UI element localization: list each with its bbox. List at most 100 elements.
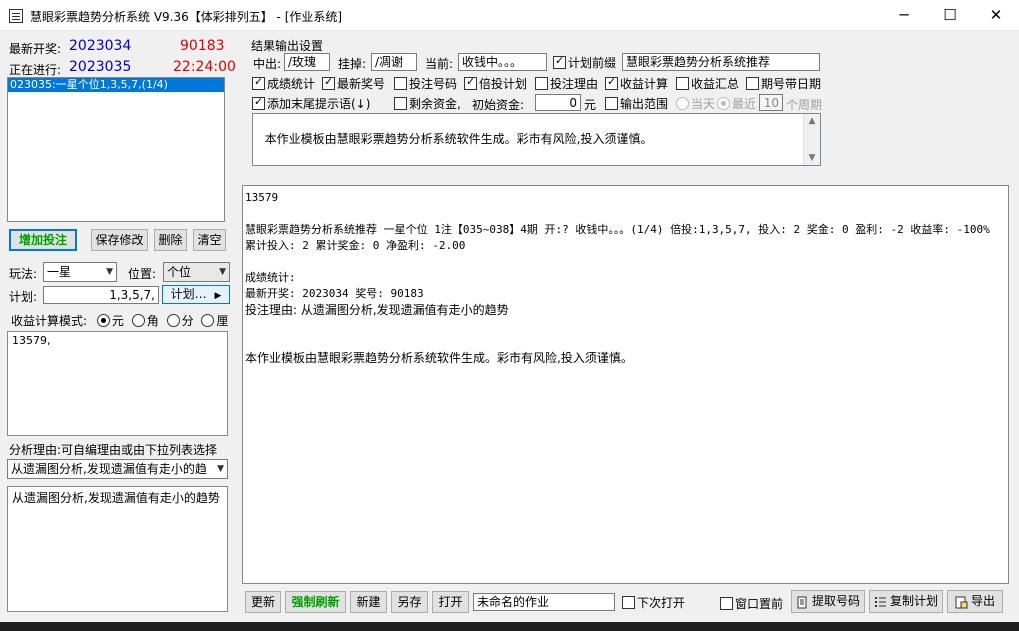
save-changes-button[interactable]: 保存修改 xyxy=(91,229,148,251)
force-refresh-button[interactable]: 强制刷新 xyxy=(285,591,346,613)
option-issue-date-checkbox[interactable] xyxy=(746,77,759,90)
output-line: 最新开奖: 2023034 奖号: 90183 xyxy=(245,287,424,300)
plan-prefix-option[interactable]: 计划前缀 xyxy=(553,54,616,71)
option-latest-number-checkbox[interactable] xyxy=(322,75,335,90)
open-next-label: 下次打开 xyxy=(637,596,686,610)
option-append-tail[interactable]: 添加末尾提示语(↓) xyxy=(252,95,370,112)
miss-input[interactable]: /凋谢 xyxy=(371,53,417,71)
option-profit-calc-label: 收益计算 xyxy=(620,77,669,91)
fetch-numbers-button[interactable]: 提取号码 xyxy=(791,590,865,613)
option-bet-numbers[interactable]: 投注号码 xyxy=(394,75,457,92)
hit-label: 中出: xyxy=(253,57,282,71)
plan-input[interactable]: 1,3,5,7, xyxy=(43,286,159,304)
option-score-stats-label: 成绩统计 xyxy=(267,77,316,91)
export-button[interactable]: 导出 xyxy=(947,590,1003,613)
option-bet-numbers-checkbox[interactable] xyxy=(394,77,407,90)
minimize-button[interactable]: ─ xyxy=(881,0,927,31)
range-today[interactable]: 当天 xyxy=(676,95,715,112)
calc-mode-label: 收益计算模式: xyxy=(11,314,88,328)
update-button[interactable]: 更新 xyxy=(245,591,281,613)
recent-count-input[interactable]: 10 xyxy=(759,94,783,111)
position-label: 位置: xyxy=(128,267,157,281)
plan-list-item[interactable]: 023035:一星个位1,3,5,7,(1/4) xyxy=(8,78,224,92)
title-bar: 慧眼彩票趋势分析系统 V9.36【体彩排列五】 - [作业系统] ─ ☐ ✕ xyxy=(0,0,1019,31)
plan-prefix-input[interactable]: 慧眼彩票趋势分析系统推荐 xyxy=(622,53,820,71)
copy-plan-button[interactable]: 复制计划 xyxy=(869,590,943,613)
option-profit-summary[interactable]: 收益汇总 xyxy=(676,75,739,92)
plan-prefix-checkbox[interactable] xyxy=(553,54,566,69)
window-top-checkbox[interactable] xyxy=(720,597,733,610)
current-status-label: 当前: xyxy=(425,57,454,71)
option-append-tail-checkbox[interactable] xyxy=(252,95,265,110)
chevron-down-icon[interactable]: ▼ xyxy=(804,153,820,163)
footer-text-memo[interactable]: 本作业模板由慧眼彩票趋势分析系统软件生成。彩市有风险,投入须谨慎。 ▲ ▼ xyxy=(252,113,821,166)
range-recent[interactable]: 最近 xyxy=(717,95,756,112)
reason-select-value: 从遗漏图分析,发现遗漏值有走小的趋 xyxy=(11,462,207,476)
option-bet-reason[interactable]: 投注理由 xyxy=(535,75,598,92)
option-bet-reason-checkbox[interactable] xyxy=(535,77,548,90)
option-score-stats-checkbox[interactable] xyxy=(252,75,265,90)
add-bet-button[interactable]: 增加投注 xyxy=(9,229,77,251)
calc-mode-group: 收益计算模式: 元 角 分 厘 xyxy=(9,312,228,329)
range-today-radio[interactable] xyxy=(676,97,689,110)
initial-funds-label: 初始资金: xyxy=(472,98,525,112)
calc-mode-jiao-label: 角 xyxy=(146,314,159,328)
numbers-memo[interactable]: 13579, xyxy=(7,331,228,436)
option-profit-calc-checkbox[interactable] xyxy=(605,75,618,90)
cycles-label: 个周期 xyxy=(786,98,823,112)
chevron-up-icon[interactable]: ▲ xyxy=(804,116,820,126)
chevron-down-icon: ▼ xyxy=(219,267,226,277)
new-button[interactable]: 新建 xyxy=(350,591,387,613)
maximize-button[interactable]: ☐ xyxy=(927,0,973,31)
option-multiple-plan-checkbox[interactable] xyxy=(464,75,477,90)
play-arrow-icon: ▶ xyxy=(214,291,222,301)
calc-mode-fen-label: 分 xyxy=(181,314,194,328)
play-select[interactable]: 一星 ▼ xyxy=(43,262,117,282)
option-issue-date[interactable]: 期号带日期 xyxy=(746,75,821,92)
export-label: 导出 xyxy=(970,594,995,608)
save-as-button[interactable]: 另存 xyxy=(391,591,428,613)
output-line: 成绩统计: xyxy=(245,271,296,284)
reason-select[interactable]: 从遗漏图分析,发现遗漏值有走小的趋 ▼ xyxy=(7,459,228,479)
calc-mode-fen-radio[interactable] xyxy=(166,314,180,327)
latest-draw-number: 90183 xyxy=(180,38,225,54)
option-multiple-plan[interactable]: 倍投计划 xyxy=(464,75,527,92)
copy-plan-label: 复制计划 xyxy=(889,594,938,608)
range-recent-radio[interactable] xyxy=(717,97,730,110)
hit-input[interactable]: /玫瑰 xyxy=(284,53,330,71)
clear-button[interactable]: 清空 xyxy=(193,229,226,251)
close-button[interactable]: ✕ xyxy=(973,0,1019,31)
window-top-option[interactable]: 窗口置前 xyxy=(720,595,783,612)
current-status-input[interactable]: 收钱中。。。 xyxy=(458,53,547,71)
option-remaining-funds-checkbox[interactable] xyxy=(394,97,407,110)
calc-mode-li-radio[interactable] xyxy=(201,314,215,327)
initial-funds-input[interactable]: 0 xyxy=(535,94,581,111)
delete-button[interactable]: 删除 xyxy=(154,229,187,251)
output-line: 慧眼彩票趋势分析系统推荐 一星个位 1注【035~038】4期 开:? 收钱中。… xyxy=(245,223,997,252)
open-next-option[interactable]: 下次打开 xyxy=(622,594,685,611)
option-profit-calc[interactable]: 收益计算 xyxy=(605,75,668,92)
option-remaining-funds[interactable]: 剩余资金, xyxy=(394,95,461,112)
calc-mode-jiao-radio[interactable] xyxy=(131,314,145,327)
filename-input[interactable]: 未命名的作业 xyxy=(473,593,615,611)
option-profit-summary-checkbox[interactable] xyxy=(676,77,689,90)
option-score-stats[interactable]: 成绩统计 xyxy=(252,75,315,92)
reason-memo[interactable]: 从遗漏图分析,发现遗漏值有走小的趋势 xyxy=(7,486,228,612)
output-line: 13579 xyxy=(245,191,279,204)
option-output-range-label: 输出范围 xyxy=(620,97,669,111)
option-bet-reason-label: 投注理由 xyxy=(550,77,599,91)
output-preview[interactable]: 13579 慧眼彩票趋势分析系统推荐 一星个位 1注【035~038】4期 开:… xyxy=(242,185,1009,584)
option-output-range-checkbox[interactable] xyxy=(605,97,618,110)
position-select[interactable]: 个位 ▼ xyxy=(163,262,230,282)
option-latest-number[interactable]: 最新奖号 xyxy=(322,75,385,92)
scrollbar[interactable]: ▲ ▼ xyxy=(803,114,820,165)
calc-mode-yuan-radio[interactable] xyxy=(96,314,110,327)
open-button[interactable]: 打开 xyxy=(432,591,469,613)
option-output-range[interactable]: 输出范围 xyxy=(605,95,668,112)
plan-button[interactable]: 计划… ▶ xyxy=(162,285,230,304)
fetch-numbers-label: 提取号码 xyxy=(811,594,860,608)
plan-list[interactable]: 023035:一星个位1,3,5,7,(1/4) xyxy=(7,77,225,222)
open-next-checkbox[interactable] xyxy=(622,596,635,609)
range-recent-label: 最近 xyxy=(732,97,757,111)
calc-mode-yuan-label: 元 xyxy=(111,314,124,328)
